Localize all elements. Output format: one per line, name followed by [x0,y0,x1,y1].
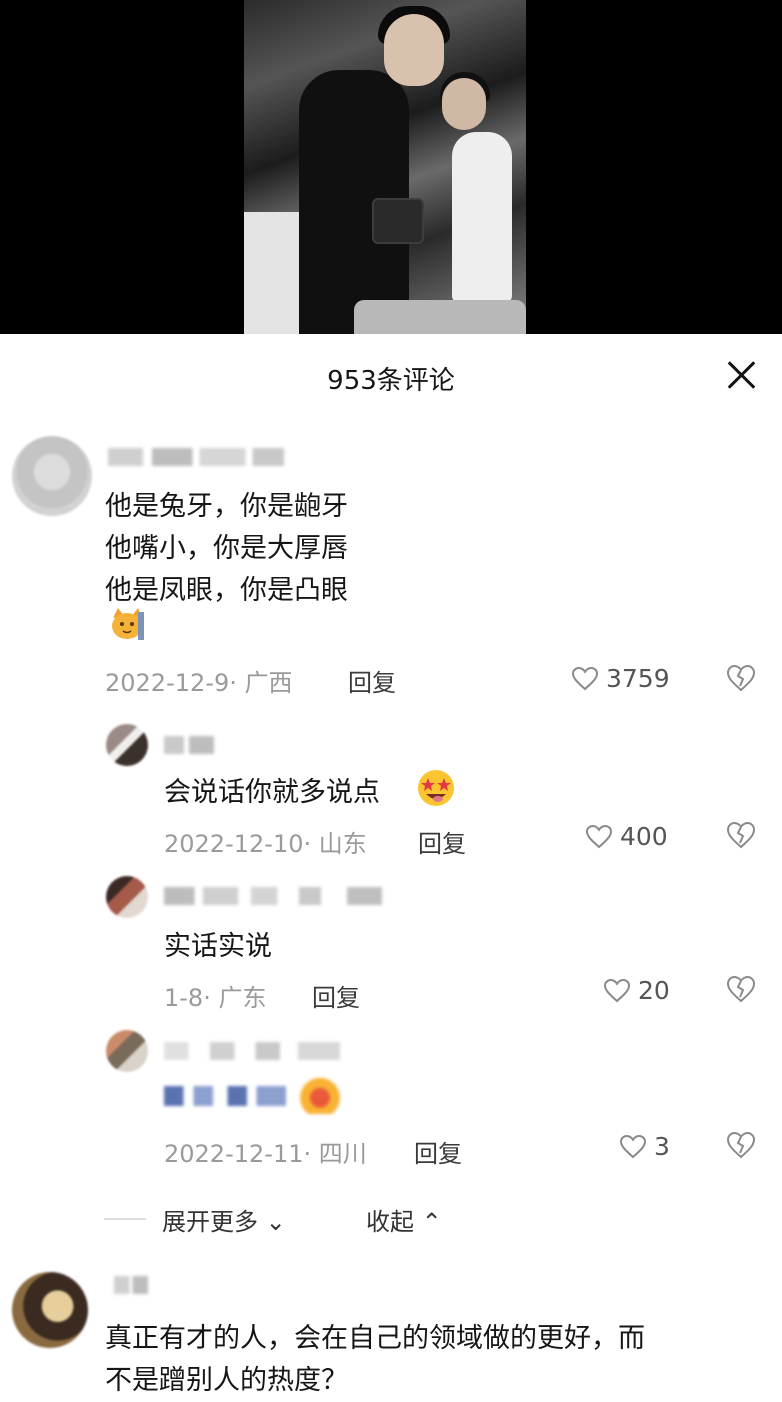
avatar[interactable] [12,436,92,516]
video-player[interactable] [0,0,782,334]
heart-icon [620,1134,646,1158]
pixel-emoji [300,1078,340,1114]
avatar[interactable] [106,724,148,766]
reply-date-location: 2022-12-10· 山东 [164,830,367,858]
reply-text-content: 会说话你就多说点 [164,777,380,808]
chevron-down-icon: ⌄ [258,1208,286,1236]
camera [372,198,424,244]
video-frame [244,0,526,334]
like-count: 20 [638,976,670,1005]
avatar[interactable] [106,876,148,918]
cat-emoji [110,606,146,642]
reply-text: 会说话你就多说点 [164,770,380,809]
comment-text-line: 他是兔牙，你是龅牙 [105,491,348,522]
reply-date-location: 2022-12-11· 四川 [164,1140,367,1168]
username[interactable] [164,736,214,754]
username[interactable] [164,887,382,905]
reply-text: 实话实说 [164,931,272,962]
video-background-person [452,132,512,302]
comment-text-line: 真正有才的人，会在自己的领域做的更好，而 [105,1323,645,1354]
scene-table [354,300,526,334]
expand-more-button[interactable]: 展开更多 ⌄ [162,1202,286,1237]
heart-icon [572,666,598,690]
heart-icon [604,978,630,1002]
like-count: 400 [620,822,668,851]
comment-text-line: 不是蹭别人的热度？ [105,1365,348,1396]
broken-heart-icon[interactable] [726,1131,756,1159]
heart-icon [586,824,612,848]
comments-count-title: 953条评论 [327,366,455,396]
comment-text-line: 他是凤眼，你是凸眼 [105,575,348,606]
username[interactable] [114,1276,148,1294]
username[interactable] [164,1042,340,1060]
like-button[interactable]: 20 [604,976,670,1005]
reply-date-location: 1-8· 广东 [164,984,267,1012]
like-count: 3759 [606,664,670,693]
like-button[interactable]: 400 [586,822,668,851]
broken-heart-icon[interactable] [726,664,756,692]
reply-button[interactable]: 回复 [418,824,466,859]
chevron-up-icon: ⌃ [414,1208,442,1236]
expand-more-label: 展开更多 [162,1208,258,1236]
blurred-reply-text [164,1086,286,1106]
avatar[interactable] [12,1272,88,1348]
video-background-person-face [442,78,486,130]
broken-heart-icon[interactable] [726,821,756,849]
reply-button[interactable]: 回复 [348,663,396,698]
comment-text-line: 他嘴小，你是大厚唇 [105,533,348,564]
avatar[interactable] [106,1030,148,1072]
video-person-face [384,14,444,86]
close-icon[interactable] [724,358,758,392]
collapse-button[interactable]: 收起 ⌃ [366,1202,442,1237]
reply-button[interactable]: 回复 [312,978,360,1013]
reply-button[interactable]: 回复 [414,1134,462,1169]
divider [104,1218,146,1220]
like-count: 3 [654,1132,670,1161]
like-button[interactable]: 3 [620,1132,670,1161]
collapse-label: 收起 [366,1208,414,1236]
broken-heart-icon[interactable] [726,975,756,1003]
like-button[interactable]: 3759 [572,664,670,693]
username[interactable] [108,448,284,466]
comments-panel: 953条评论 他是兔牙，你是龅牙 他嘴小，你是大厚唇 他是凤眼，你是凸眼 202… [0,334,782,1402]
comment-date-location: 2022-12-9· 广西 [105,669,293,697]
star-struck-emoji [416,768,456,808]
